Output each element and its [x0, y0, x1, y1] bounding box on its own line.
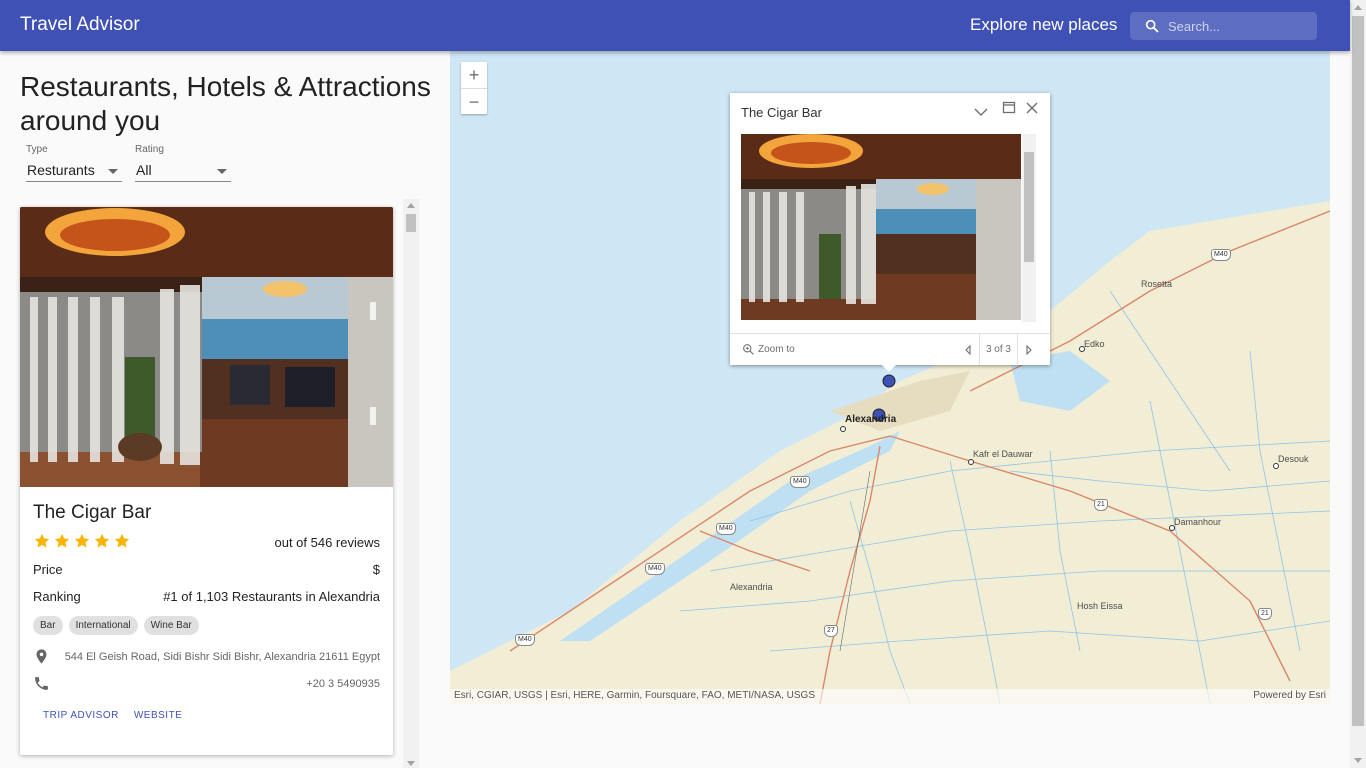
- app-title: Travel Advisor: [20, 14, 140, 35]
- chevron-down-icon: [108, 169, 118, 174]
- list-scrollbar[interactable]: [403, 199, 419, 768]
- explore-label: Explore new places: [970, 15, 1118, 34]
- feature-pager: 3 of 3: [957, 334, 1040, 365]
- scroll-thumb[interactable]: [1024, 152, 1034, 262]
- scroll-down-arrow[interactable]: [1354, 758, 1362, 763]
- rating-stars: [33, 532, 131, 550]
- road-shield: 27: [824, 625, 838, 637]
- review-count: out of 546 reviews: [274, 535, 380, 550]
- popup-footer: Zoom to 3 of 3: [730, 333, 1050, 365]
- scroll-down-arrow[interactable]: [407, 761, 415, 766]
- rating-select-value: All: [136, 162, 152, 178]
- scroll-up-arrow[interactable]: [407, 203, 415, 208]
- road-shield: 21: [1258, 608, 1272, 620]
- scroll-up-arrow[interactable]: [1354, 5, 1362, 10]
- road-shield: M40: [790, 476, 810, 488]
- attribution-text[interactable]: Esri, CGIAR, USGS | Esri, HERE, Garmin, …: [454, 690, 815, 701]
- map-label-desouk: Desouk: [1278, 454, 1309, 464]
- star-icon: [94, 533, 110, 548]
- zoom-in-icon: [743, 344, 754, 355]
- star-icon: [34, 533, 50, 548]
- map-popup: The Cigar Bar Zoom to 3 of 3: [730, 93, 1050, 365]
- road-shield: M40: [515, 634, 535, 646]
- next-feature-button[interactable]: [1018, 334, 1040, 365]
- type-select-label: Type: [26, 144, 48, 155]
- chevron-left-icon: [965, 344, 971, 355]
- chip: Bar: [33, 616, 63, 635]
- scroll-thumb[interactable]: [1352, 16, 1364, 726]
- zoom-to-action[interactable]: Zoom to: [742, 343, 795, 356]
- collapse-icon[interactable]: [973, 104, 989, 120]
- map-label-alexandria: Alexandria: [845, 414, 897, 425]
- card-actions: TRIP ADVISOR WEBSITE: [43, 710, 182, 721]
- address-row: 544 El Geish Road, Sidi Bishr Sidi Bishr…: [33, 648, 380, 665]
- previous-feature-button[interactable]: [957, 334, 979, 365]
- ranking-label: Ranking: [33, 589, 81, 604]
- road-shield: M40: [645, 563, 665, 575]
- place-name: The Cigar Bar: [33, 502, 152, 523]
- scroll-thumb[interactable]: [406, 214, 416, 232]
- zoom-to-label: Zoom to: [758, 344, 795, 355]
- popup-scrollbar[interactable]: [1022, 134, 1036, 322]
- website-link[interactable]: WEBSITE: [134, 710, 183, 721]
- trip-advisor-link[interactable]: TRIP ADVISOR: [43, 710, 119, 721]
- page-heading: Restaurants, Hotels & Attractions around…: [20, 71, 431, 136]
- cuisine-chips: Bar International Wine Bar: [33, 616, 199, 635]
- map-label-alexandria-governorate: Alexandria: [730, 582, 773, 592]
- location-pin-icon: [36, 649, 47, 664]
- map-attribution: Esri, CGIAR, USGS | Esri, HERE, Garmin, …: [450, 689, 1330, 704]
- zoom-controls: + −: [461, 62, 487, 114]
- rating-select-box[interactable]: All: [135, 158, 231, 182]
- chip: Wine Bar: [143, 616, 199, 635]
- price-label: Price: [33, 562, 63, 577]
- map-label-kafr-el-dauwar: Kafr el Dauwar: [973, 449, 1033, 459]
- zoom-in-button[interactable]: +: [461, 62, 487, 88]
- rating-select[interactable]: Rating All: [135, 144, 231, 182]
- place-photo: [20, 207, 393, 487]
- phone-text: +20 3 5490935: [306, 677, 380, 690]
- zoom-out-button[interactable]: −: [461, 88, 487, 114]
- map-label-hosh-eissa: Hosh Eissa: [1077, 601, 1123, 611]
- chip: International: [68, 616, 138, 635]
- search-box[interactable]: [1130, 12, 1317, 40]
- popup-content: [741, 134, 1036, 322]
- type-select-value: Resturants: [27, 162, 95, 178]
- star-icon: [74, 533, 90, 548]
- type-select-box[interactable]: Resturants: [26, 158, 122, 182]
- ranking-value: #1 of 1,103 Restaurants in Alexandria: [163, 589, 380, 604]
- dock-icon[interactable]: [1001, 100, 1017, 116]
- search-icon: [1145, 19, 1159, 33]
- close-icon[interactable]: [1024, 100, 1040, 116]
- road-shield: 21: [1094, 499, 1108, 511]
- road-shield: M40: [716, 523, 736, 535]
- map-label-rosetta: Rosetta: [1141, 279, 1173, 289]
- map-label-edko: Edko: [1084, 339, 1105, 349]
- chevron-down-icon: [217, 169, 227, 174]
- search-input[interactable]: [1168, 12, 1313, 40]
- star-icon: [54, 533, 70, 548]
- road-shield: M40: [1211, 249, 1231, 261]
- feature-count: 3 of 3: [978, 334, 1018, 365]
- star-icon: [114, 533, 130, 548]
- address-text: 544 El Geish Road, Sidi Bishr Sidi Bishr…: [64, 650, 380, 663]
- phone-row: +20 3 5490935: [33, 675, 380, 692]
- powered-by[interactable]: Powered by Esri: [1253, 690, 1326, 701]
- popup-photo: [741, 134, 1021, 320]
- price-value: $: [372, 562, 380, 577]
- place-card: The Cigar Bar out of 546 reviews Price $…: [20, 207, 393, 755]
- type-select[interactable]: Type Resturants: [26, 144, 122, 182]
- page-scrollbar[interactable]: [1350, 0, 1366, 768]
- phone-icon: [35, 677, 48, 690]
- map-label-damanhour: Damanhour: [1174, 517, 1222, 527]
- price-row: Price $: [33, 562, 380, 577]
- chevron-right-icon: [1026, 344, 1032, 355]
- ranking-row: Ranking #1 of 1,103 Restaurants in Alexa…: [33, 589, 380, 604]
- rating-select-label: Rating: [135, 144, 164, 155]
- popup-pointer: [881, 364, 897, 372]
- app-bar: Travel Advisor Explore new places: [0, 0, 1350, 51]
- popup-title: The Cigar Bar: [741, 105, 822, 120]
